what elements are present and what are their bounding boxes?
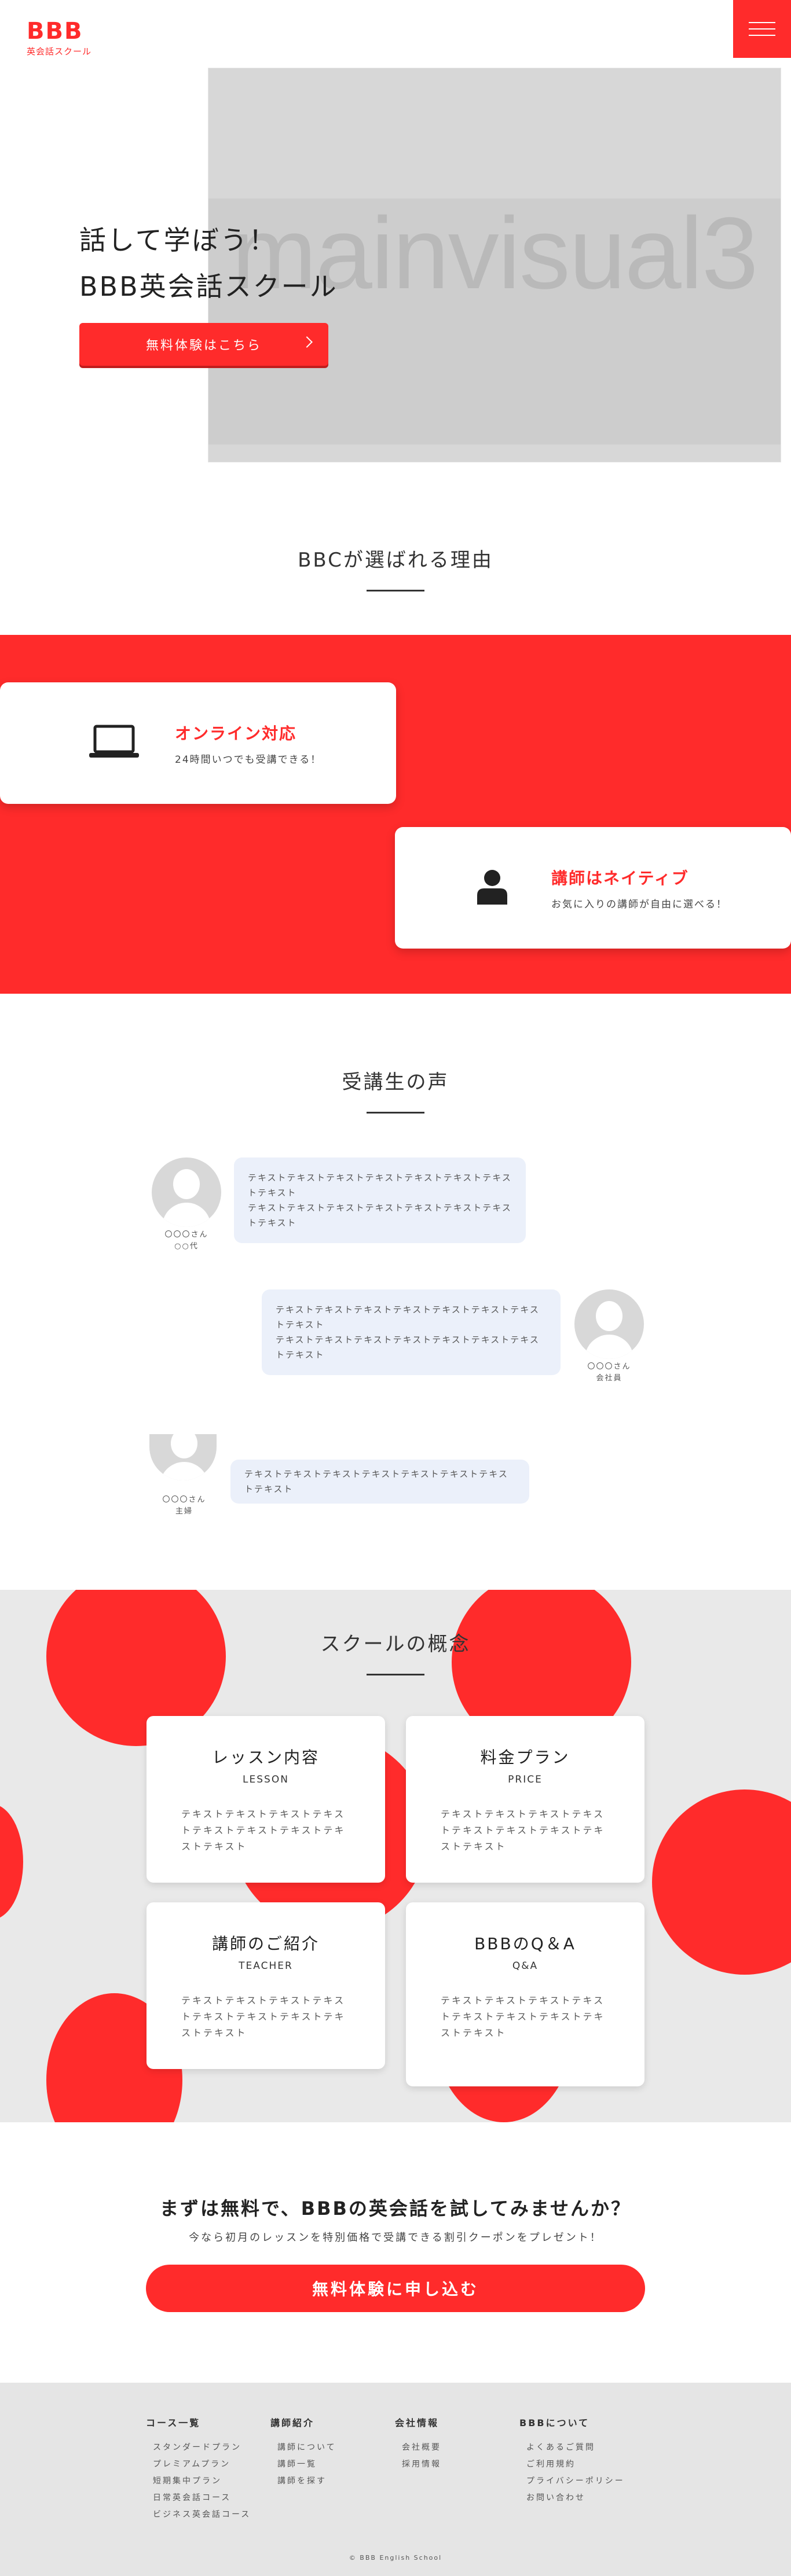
footer-link[interactable]: スタンダードプラン <box>153 2439 251 2456</box>
voice-bubble: テキストテキストテキストテキストテキストテキストテキストテキスト <box>230 1460 529 1504</box>
reasons-section-title: BBCが選ばれる理由 <box>0 544 791 591</box>
footer-link[interactable]: ビジネス英会話コース <box>153 2507 251 2523</box>
concept-card-en: Q&A <box>512 1960 539 1972</box>
footer-link[interactable]: 講師一覧 <box>277 2456 336 2473</box>
footer-link[interactable]: プレミアムプラン <box>153 2456 251 2473</box>
voices-section-title: 受講生の声 <box>0 1066 791 1114</box>
footer: コース一覧 スタンダードプラン プレミアムプラン 短期集中プラン 日常英会話コー… <box>0 2383 791 2576</box>
concept-card-body: テキストテキストテキストテキストテキストテキストテキストテキストテキスト <box>181 1809 346 1852</box>
logo-sub-text: 英会話スクール <box>27 46 92 57</box>
footer-column-company: 会社情報 会社概要 採用情報 <box>395 2415 441 2473</box>
footer-heading: コース一覧 <box>146 2417 201 2428</box>
concept-card-price[interactable]: 料金プラン PRICE テキストテキストテキストテキストテキストテキストテキスト… <box>406 1716 644 1883</box>
menu-bar-icon <box>749 22 775 23</box>
avatar <box>574 1289 644 1359</box>
laptop-icon <box>88 724 175 762</box>
decor-circle <box>652 1789 791 1975</box>
reason-title: 講師はネイティブ <box>551 868 689 888</box>
concept-card-body: テキストテキストテキストテキストテキストテキストテキストテキストテキスト <box>181 1995 346 2038</box>
concept-card-qa[interactable]: BBBのQ＆A Q&A テキストテキストテキストテキストテキストテキストテキスト… <box>406 1902 644 2086</box>
concept-card-title: 料金プラン <box>480 1748 570 1767</box>
hero-title-line1: 話して学ぼう！ <box>79 225 277 256</box>
footer-link[interactable]: 短期集中プラン <box>153 2473 251 2490</box>
voice-person: 〇〇〇さん 主婦 <box>144 1494 225 1517</box>
footer-column-courses: コース一覧 スタンダードプラン プレミアムプラン 短期集中プラン 日常英会話コー… <box>146 2415 251 2523</box>
footer-column-teachers: 講師紹介 講師について 講師一覧 講師を探す <box>270 2415 336 2490</box>
hero-title: 話して学ぼう！ BBB英会話スクール <box>79 217 338 310</box>
reason-sub: 24時間いつでも受講できる！ <box>175 754 322 766</box>
menu-bar-icon <box>749 28 775 30</box>
footer-link[interactable]: プライバシーポリシー <box>526 2473 625 2490</box>
footer-heading: 講師紹介 <box>270 2417 315 2428</box>
footer-link[interactable]: ご利用規約 <box>526 2456 625 2473</box>
footer-link[interactable]: お問い合わせ <box>526 2490 625 2507</box>
site-logo[interactable]: BBB 英会話スクール <box>27 20 91 57</box>
decor-circle <box>0 1804 23 1920</box>
concept-card-lesson[interactable]: レッスン内容 LESSON テキストテキストテキストテキストテキストテキストテキ… <box>147 1716 385 1883</box>
footer-heading: 会社情報 <box>395 2417 440 2428</box>
concept-card-title: 講師のご紹介 <box>211 1934 320 1953</box>
voice-name: 〇〇〇さん <box>164 1230 208 1239</box>
footer-link[interactable]: 講師を探す <box>277 2473 336 2490</box>
voice-bubble: テキストテキストテキストテキストテキストテキストテキストテキスト テキストテキス… <box>262 1289 561 1375</box>
voice-person: 〇〇〇さん 会社員 <box>569 1361 650 1384</box>
voice-text: テキストテキストテキストテキストテキストテキストテキストテキスト <box>276 1304 540 1330</box>
concept-section-title: スクールの概念 <box>0 1628 791 1675</box>
voice-job: 会社員 <box>596 1374 622 1383</box>
concept-card-title: BBBのQ＆A <box>474 1934 576 1953</box>
reason-sub: お気に入りの講師が自由に選べる！ <box>551 898 727 910</box>
concept-card-en: TEACHER <box>239 1960 293 1972</box>
voice-text: テキストテキストテキストテキストテキストテキストテキストテキスト <box>244 1469 508 1494</box>
voice-job: 主婦 <box>175 1507 193 1516</box>
hero-title-line2: BBB英会話スクール <box>79 271 338 302</box>
concept-card-title: レッスン内容 <box>211 1748 320 1767</box>
voice-text: テキストテキストテキストテキストテキストテキストテキストテキスト <box>248 1173 512 1198</box>
footer-link[interactable]: 日常英会話コース <box>153 2490 251 2507</box>
voice-job: ○○代 <box>174 1242 199 1251</box>
apply-free-trial-button[interactable]: 無料体験に申し込む <box>146 2265 645 2312</box>
hamburger-menu-button[interactable] <box>733 0 791 58</box>
chevron-right-icon <box>301 336 313 348</box>
voice-bubble: テキストテキストテキストテキストテキストテキストテキストテキスト テキストテキス… <box>234 1157 526 1243</box>
cta-subtitle: 今なら初月のレッスンを特別価格で受講できる割引クーポンをプレゼント！ <box>189 2232 602 2244</box>
footer-link[interactable]: 講師について <box>277 2439 336 2456</box>
copyright-text: © BBB English School <box>349 2554 442 2562</box>
menu-bar-icon <box>749 35 775 36</box>
footer-heading: BBBについて <box>519 2417 590 2428</box>
reasons-band: オンライン対応 24時間いつでも受講できる！ 講師はネイティブ お気に入りの講師… <box>0 635 791 994</box>
footer-link[interactable]: よくあるご質問 <box>526 2439 625 2456</box>
voice-name: 〇〇〇さん <box>162 1495 206 1504</box>
footer-column-about: BBBについて よくあるご質問 ご利用規約 プライバシーポリシー お問い合わせ <box>519 2415 625 2507</box>
voice-text: テキストテキストテキストテキストテキストテキストテキストテキスト <box>248 1203 512 1228</box>
free-trial-button[interactable]: 無料体験はこちら <box>79 323 328 366</box>
reason-title: オンライン対応 <box>175 723 297 743</box>
concept-section: スクールの概念 レッスン内容 LESSON テキストテキストテキストテキストテキ… <box>0 1590 791 2122</box>
voice-person: 〇〇〇さん ○○代 <box>146 1229 227 1252</box>
reason-card-native: 講師はネイティブ お気に入りの講師が自由に選べる！ <box>395 827 791 949</box>
avatar <box>149 1434 217 1480</box>
concept-card-body: テキストテキストテキストテキストテキストテキストテキストテキストテキスト <box>441 1809 605 1852</box>
concept-card-en: LESSON <box>243 1774 289 1785</box>
free-trial-button-label: 無料体験はこちら <box>145 339 262 353</box>
concept-card-body: テキストテキストテキストテキストテキストテキストテキストテキストテキスト <box>441 1995 605 2038</box>
logo-main-text: BBB <box>27 18 83 45</box>
footer-link[interactable]: 会社概要 <box>402 2439 441 2456</box>
cta-title: まずは無料で、BBBの英会話を試してみませんか？ <box>160 2197 631 2219</box>
footer-link[interactable]: 採用情報 <box>402 2456 441 2473</box>
voice-text: テキストテキストテキストテキストテキストテキストテキストテキスト <box>276 1335 540 1360</box>
person-icon <box>476 869 551 907</box>
concept-card-teacher[interactable]: 講師のご紹介 TEACHER テキストテキストテキストテキストテキストテキストテ… <box>147 1902 385 2069</box>
reason-card-online: オンライン対応 24時間いつでも受講できる！ <box>0 682 396 804</box>
voice-name: 〇〇〇さん <box>587 1362 631 1371</box>
avatar <box>152 1157 221 1227</box>
concept-card-en: PRICE <box>508 1774 543 1785</box>
